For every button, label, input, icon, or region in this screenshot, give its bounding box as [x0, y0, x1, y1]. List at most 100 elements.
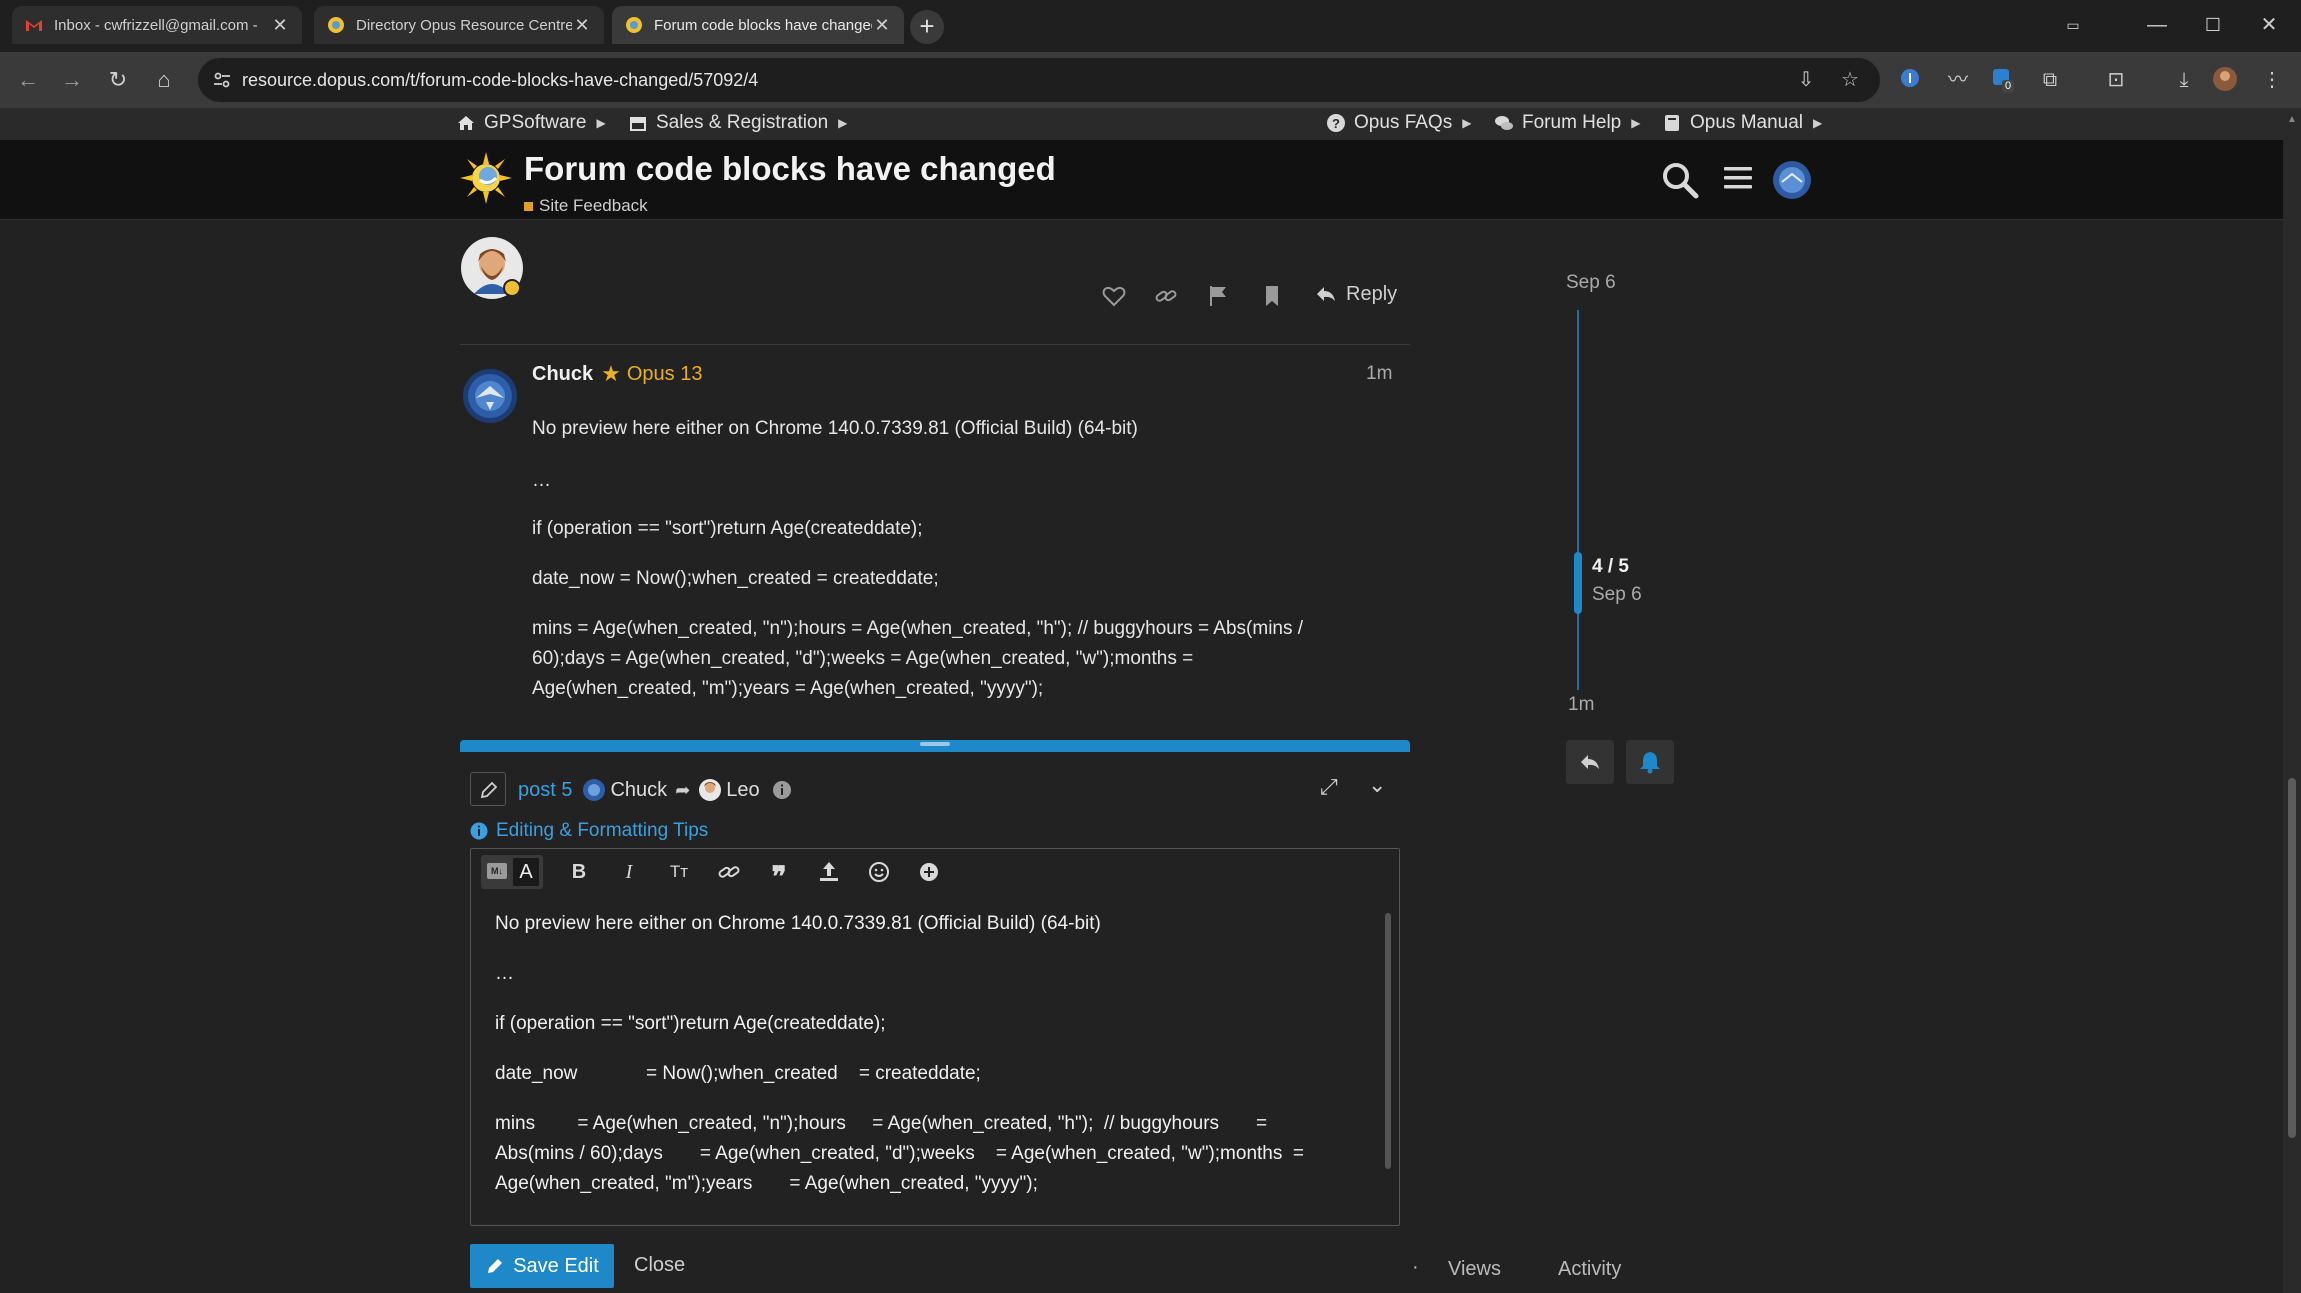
- editor-mode-toggle[interactable]: M↓ A: [481, 855, 543, 889]
- info-circle-icon[interactable]: [772, 780, 792, 800]
- browser-toolbar: ← → ↻ ⌂ resource.dopus.com/t/forum-code-…: [0, 52, 2301, 108]
- reading-list-icon[interactable]: ⊡: [2102, 66, 2130, 94]
- post-paragraph: 60);days = Age(when_created, "d");weeks …: [532, 648, 1194, 669]
- heading-icon[interactable]: Tт: [665, 858, 693, 886]
- extension-feather-icon[interactable]: 〰: [1944, 66, 1972, 94]
- tab-title: Directory Opus Resource Centre: [356, 16, 572, 34]
- opus-icon: [328, 17, 344, 33]
- home-icon[interactable]: ⌂: [148, 64, 180, 96]
- post-link[interactable]: post 5: [518, 779, 572, 802]
- topic-category[interactable]: Site Feedback: [524, 196, 648, 216]
- tab-title: Forum code blocks have changed: [654, 16, 872, 34]
- link-icon[interactable]: [715, 858, 743, 886]
- close-tab-icon[interactable]: ✕: [572, 15, 592, 35]
- gmail-icon: [26, 20, 42, 31]
- timeline-end-label[interactable]: 1m: [1568, 694, 1594, 716]
- flag-icon[interactable]: [1204, 282, 1232, 310]
- tab-opus-resource[interactable]: Directory Opus Resource Centre ✕: [314, 6, 604, 44]
- editor-textarea[interactable]: No preview here either on Chrome 140.0.7…: [471, 895, 1399, 1225]
- reply-button[interactable]: Reply: [1314, 282, 1397, 306]
- extension-badge-icon[interactable]: 0: [1990, 66, 2018, 94]
- forward-icon[interactable]: →: [56, 64, 88, 96]
- nav-opus-manual[interactable]: Opus Manual ▶: [1662, 112, 1822, 134]
- rich-text-mode-icon[interactable]: A: [513, 858, 539, 886]
- leo-small-avatar: [699, 779, 722, 801]
- password-manager-icon[interactable]: [1898, 66, 1926, 94]
- editor-scrollbar[interactable]: [1383, 901, 1393, 1219]
- post-divider: [460, 344, 1410, 345]
- tab-gmail[interactable]: Inbox - cwfrizzell@gmail.com - ✕: [12, 6, 302, 44]
- page-scrollbar[interactable]: ▲: [2283, 108, 2301, 1293]
- reload-icon[interactable]: ↻: [102, 64, 134, 96]
- tab-forum-code-blocks[interactable]: Forum code blocks have changed ✕: [612, 6, 904, 44]
- editor-scrollbar-thumb[interactable]: [1385, 913, 1391, 1169]
- notification-bell-button[interactable]: [1626, 740, 1674, 784]
- expand-composer-icon[interactable]: ⤢: [1320, 774, 1338, 800]
- back-icon[interactable]: ←: [12, 64, 44, 96]
- maximize-button[interactable]: ☐: [2196, 10, 2230, 40]
- markdown-mode-icon[interactable]: M↓: [487, 863, 507, 879]
- italic-icon[interactable]: I: [615, 858, 643, 886]
- store-icon: [630, 117, 646, 131]
- opus-logo-icon[interactable]: [458, 150, 514, 206]
- browser-menu-icon[interactable]: ⋮: [2258, 66, 2286, 94]
- opus-icon: [626, 17, 642, 33]
- timeline-track[interactable]: [1577, 310, 1579, 690]
- site-info-icon[interactable]: [212, 70, 232, 90]
- quote-icon[interactable]: ❞: [765, 858, 793, 892]
- post-author-name[interactable]: Chuck: [532, 363, 593, 386]
- address-bar[interactable]: resource.dopus.com/t/forum-code-blocks-h…: [198, 58, 1880, 102]
- download-icon[interactable]: ⤓: [2170, 66, 2198, 94]
- reply-to-user[interactable]: Chuck: [610, 779, 667, 802]
- collapse-composer-icon[interactable]: ⌄: [1368, 772, 1386, 798]
- tab-search-icon[interactable]: ▭: [2056, 10, 2090, 40]
- tab-activity[interactable]: Activity: [1558, 1258, 1621, 1281]
- timeline-start-date[interactable]: Sep 6: [1566, 272, 1616, 294]
- editor-line: Age(when_created, "m");years = Age(when_…: [495, 1173, 1038, 1194]
- nav-opus-faqs[interactable]: ? Opus FAQs ▶: [1326, 112, 1471, 134]
- reply-icon: [1317, 287, 1335, 301]
- reply-target-user[interactable]: Leo: [726, 779, 759, 802]
- close-window-button[interactable]: ✕: [2252, 10, 2286, 40]
- bookmark-star-icon[interactable]: ☆: [1836, 66, 1864, 94]
- timeline-reply-button[interactable]: [1566, 740, 1614, 784]
- extensions-puzzle-icon[interactable]: ⧉: [2036, 66, 2064, 94]
- hamburger-menu-icon[interactable]: [1722, 162, 1754, 194]
- minimize-button[interactable]: —: [2140, 10, 2174, 40]
- close-tab-icon[interactable]: ✕: [270, 15, 290, 35]
- tab-views[interactable]: Views: [1448, 1258, 1501, 1281]
- nav-sales-registration[interactable]: Sales & Registration ▶: [628, 112, 847, 134]
- install-app-icon[interactable]: ⇩: [1792, 66, 1820, 94]
- composer-grip[interactable]: [920, 742, 950, 746]
- timeline-scroll-handle[interactable]: [1574, 552, 1582, 614]
- close-tab-icon[interactable]: ✕: [872, 15, 892, 35]
- add-options-icon[interactable]: [915, 858, 943, 886]
- chuck-avatar[interactable]: [462, 368, 518, 424]
- chuck-small-avatar: [583, 779, 606, 801]
- nav-forum-help[interactable]: Forum Help ▶: [1494, 112, 1640, 134]
- profile-avatar[interactable]: [2212, 66, 2240, 94]
- composer-action-button[interactable]: [470, 772, 506, 806]
- editor-line: …: [495, 963, 514, 984]
- user-title-badge[interactable]: Opus 13: [627, 363, 703, 386]
- new-tab-button[interactable]: +: [910, 10, 944, 44]
- info-circle-icon: [470, 822, 488, 840]
- post-timestamp[interactable]: 1m: [1366, 363, 1392, 385]
- emoji-icon[interactable]: [865, 858, 893, 886]
- bold-icon[interactable]: B: [565, 858, 593, 886]
- user-avatar[interactable]: [1772, 160, 1812, 200]
- copy-link-icon[interactable]: [1152, 282, 1180, 310]
- scroll-up-arrow[interactable]: ▲: [2287, 114, 2297, 125]
- nav-label: Opus FAQs: [1354, 112, 1453, 133]
- editing-tips-link[interactable]: Editing & Formatting Tips: [470, 820, 708, 842]
- close-composer-button[interactable]: Close: [634, 1254, 685, 1277]
- bookmark-icon[interactable]: [1258, 282, 1286, 310]
- page-scrollbar-thumb[interactable]: [2288, 778, 2296, 1138]
- leo-avatar[interactable]: [460, 236, 524, 300]
- like-heart-icon[interactable]: [1100, 282, 1128, 310]
- search-icon[interactable]: [1660, 160, 1700, 200]
- nav-gpsoftware[interactable]: GPSoftware ▶: [456, 112, 606, 134]
- save-edit-button[interactable]: Save Edit: [470, 1244, 614, 1288]
- upload-icon[interactable]: [815, 858, 843, 886]
- topic-title[interactable]: Forum code blocks have changed: [524, 150, 1056, 188]
